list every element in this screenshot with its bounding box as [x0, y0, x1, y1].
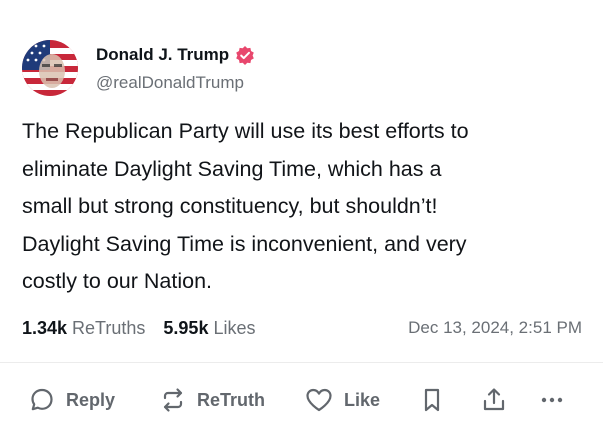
author-names: Donald J. Trump @realDonaldTrump	[96, 43, 255, 93]
heart-icon	[304, 386, 334, 414]
handle[interactable]: @realDonaldTrump	[96, 73, 255, 93]
truth-post: Donald J. Trump @realDonaldTrump The Rep…	[0, 0, 603, 426]
retruth-button[interactable]: ReTruth	[159, 386, 265, 414]
action-bar: Reply ReTruth Like	[28, 382, 588, 418]
divider	[0, 362, 603, 363]
share-button[interactable]	[480, 386, 508, 414]
reply-label: Reply	[66, 389, 116, 410]
name-row: Donald J. Trump	[96, 43, 255, 67]
bookmark-button[interactable]	[419, 386, 445, 414]
retruths-stat[interactable]: 1.34k ReTruths	[22, 318, 145, 339]
like-label: Like	[344, 389, 381, 410]
retruths-label: ReTruths	[72, 317, 146, 338]
speech-bubble-icon	[28, 386, 56, 414]
display-name[interactable]: Donald J. Trump	[96, 45, 229, 65]
post-timestamp[interactable]: Dec 13, 2024, 2:51 PM	[408, 318, 582, 338]
post-text: The Republican Party will use its best e…	[22, 119, 469, 293]
likes-stat[interactable]: 5.95k Likes	[163, 318, 255, 339]
avatar[interactable]	[22, 40, 78, 96]
more-dots-icon	[538, 386, 566, 414]
retruth-label: ReTruth	[197, 389, 266, 410]
post-stats: 1.34k ReTruths 5.95k Likes Dec 13, 2024,…	[22, 316, 582, 340]
retruth-arrows-icon	[159, 386, 187, 414]
retruths-count: 1.34k	[22, 317, 68, 338]
share-upload-icon	[480, 386, 508, 414]
reply-button[interactable]: Reply	[28, 386, 115, 414]
bookmark-icon	[419, 386, 445, 414]
likes-count: 5.95k	[163, 317, 209, 338]
verified-badge-icon	[235, 45, 255, 65]
likes-label: Likes	[213, 317, 256, 338]
post-header: Donald J. Trump @realDonaldTrump	[22, 38, 255, 98]
like-button[interactable]: Like	[304, 386, 380, 414]
more-button[interactable]	[538, 386, 566, 414]
